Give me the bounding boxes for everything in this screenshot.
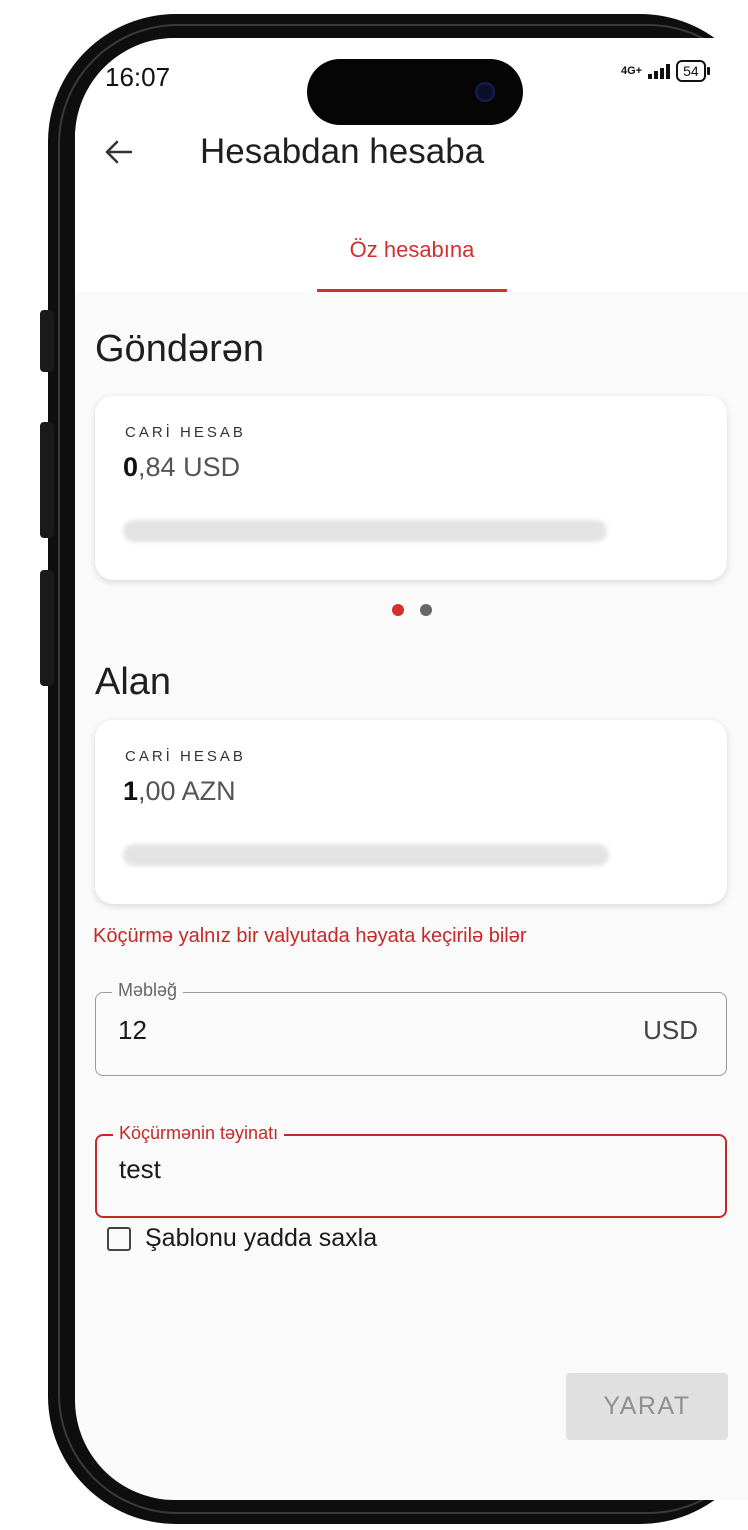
app-header: 16:07 4G+ 54 Hesabdan hesaba Öz hesabına [75, 38, 748, 292]
amount-field[interactable]: Məbləğ 12 USD [95, 980, 727, 1076]
sender-account-card[interactable]: CARİ HESAB 0,84 USD [95, 396, 727, 580]
receiver-section-title: Alan [95, 661, 172, 703]
purpose-label: Köçürmənin təyinatı [113, 1123, 285, 1144]
account-balance: 0,84 USD [123, 452, 241, 482]
account-type-label: CARİ HESAB [125, 748, 246, 765]
volume-up-button [40, 422, 54, 538]
amount-value: 12 [118, 1015, 147, 1045]
save-template-row[interactable]: Şablonu yadda saxla [107, 1224, 377, 1253]
dynamic-island [307, 59, 523, 125]
status-time: 16:07 [105, 62, 171, 92]
account-balance: 1,00 AZN [123, 776, 236, 806]
page-title: Hesabdan hesaba [200, 132, 485, 171]
save-template-label: Şablonu yadda saxla [145, 1224, 378, 1252]
carousel-dot[interactable] [420, 604, 432, 616]
save-template-checkbox[interactable] [107, 1226, 131, 1251]
tab-own-account[interactable]: Öz hesabına [317, 224, 507, 292]
masked-account-number [123, 520, 607, 542]
battery-icon: 54 [676, 60, 710, 82]
tab-active-indicator [317, 289, 507, 292]
currency-error-message: Köçürmə yalnız bir valyutada həyata keçi… [93, 925, 527, 947]
receiver-account-card[interactable]: CARİ HESAB 1,00 AZN [95, 720, 727, 904]
transfer-purpose-field[interactable]: Köçürmənin təyinatı test [95, 1123, 727, 1218]
amount-currency: USD [643, 1015, 698, 1045]
tab-label: Öz hesabına [349, 237, 475, 262]
masked-account-number [123, 844, 609, 866]
create-button[interactable]: YARAT [566, 1373, 728, 1440]
phone-screen: 16:07 4G+ 54 Hesabdan hesaba Öz hesabına… [75, 38, 748, 1500]
carousel-dot-active[interactable] [392, 604, 404, 616]
signal-icon [648, 63, 671, 79]
front-camera-icon [475, 82, 495, 102]
purpose-value: test [119, 1154, 161, 1184]
sender-section-title: Göndərən [95, 328, 265, 370]
status-icons: 4G+ 54 [621, 60, 710, 82]
volume-down-button [40, 570, 54, 686]
network-type: 4G+ [621, 65, 643, 77]
account-type-label: CARİ HESAB [125, 424, 246, 441]
arrow-left-icon[interactable] [101, 134, 137, 170]
amount-label: Məbləğ [112, 980, 184, 1001]
carousel-dots [392, 604, 432, 616]
action-button [40, 310, 54, 372]
